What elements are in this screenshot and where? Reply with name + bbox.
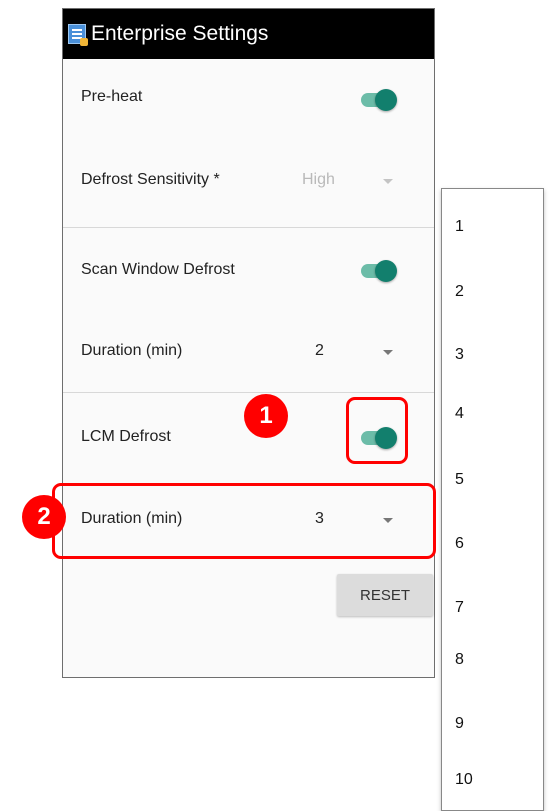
defrost-sensitivity-label: Defrost Sensitivity * <box>81 171 220 188</box>
scan-duration-value[interactable]: 2 <box>315 342 324 360</box>
dropdown-option[interactable]: 2 <box>455 283 464 301</box>
chevron-down-icon <box>383 350 393 355</box>
scan-window-defrost-toggle[interactable] <box>359 260 397 282</box>
dropdown-option[interactable]: 6 <box>455 535 464 553</box>
dropdown-option[interactable]: 4 <box>455 405 464 423</box>
settings-screen: Enterprise Settings Pre-heat Defrost Sen… <box>62 8 435 678</box>
scan-window-defrost-label: Scan Window Defrost <box>81 261 235 278</box>
toggle-knob <box>375 260 397 282</box>
section-divider <box>63 227 434 228</box>
toggle-knob <box>375 89 397 111</box>
reset-button[interactable]: RESET <box>337 574 433 616</box>
dropdown-option[interactable]: 8 <box>455 651 464 669</box>
annotation-box-2 <box>52 483 436 559</box>
dropdown-option[interactable]: 10 <box>455 771 473 789</box>
annotation-badge-1: 1 <box>244 394 288 438</box>
annotation-box-1 <box>346 397 408 464</box>
preheat-toggle[interactable] <box>359 89 397 111</box>
title-bar: Enterprise Settings <box>63 9 434 59</box>
dropdown-option[interactable]: 7 <box>455 599 464 617</box>
chevron-down-icon <box>383 179 393 184</box>
dropdown-option[interactable]: 9 <box>455 715 464 733</box>
section-divider <box>63 392 434 393</box>
dropdown-option[interactable]: 5 <box>455 471 464 489</box>
scan-duration-label: Duration (min) <box>81 342 183 359</box>
duration-dropdown-list: 1 2 3 4 5 6 7 8 9 10 <box>441 188 544 811</box>
annotation-badge-2: 2 <box>22 495 66 539</box>
preheat-label: Pre-heat <box>81 88 143 105</box>
lcm-defrost-label: LCM Defrost <box>81 428 171 445</box>
settings-app-icon <box>68 24 88 46</box>
app-title: Enterprise Settings <box>91 22 269 45</box>
dropdown-option[interactable]: 1 <box>455 218 464 236</box>
dropdown-option[interactable]: 3 <box>455 346 464 364</box>
defrost-sensitivity-value[interactable]: High <box>302 171 335 189</box>
